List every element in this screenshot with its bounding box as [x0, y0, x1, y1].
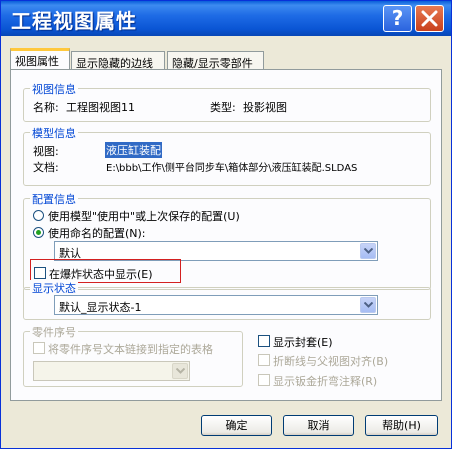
close-icon	[421, 10, 438, 27]
name-label: 名称:	[33, 101, 59, 114]
config-title: 配置信息	[30, 191, 78, 207]
dialog-window: 工程视图属性 ? 视图属性 显示隐藏的边线 隐藏/显示零部件 视图信息 名称: …	[0, 0, 452, 449]
show-envelope-label[interactable]: 显示封套(E)	[273, 334, 333, 350]
link-balloon-label: 将零件序号文本链接到指定的表格	[48, 343, 213, 356]
balloon-group: 零件序号 将零件序号文本链接到指定的表格	[23, 324, 243, 387]
tab-panel: 视图信息 名称: 工程图视图11 类型: 投影视图 模型信息 视图: 液压缸装配…	[10, 69, 442, 401]
type-value: 投影视图	[243, 101, 287, 114]
type-label: 类型:	[210, 101, 236, 114]
question-icon: ?	[391, 6, 404, 30]
use-named-config-label[interactable]: 使用命名的配置(N):	[48, 225, 146, 241]
display-state-select[interactable]: 默认_显示状态-1	[54, 295, 378, 315]
use-named-config-radio[interactable]	[33, 227, 44, 238]
display-state-value: 默认_显示状态-1	[59, 301, 142, 314]
use-model-config-label[interactable]: 使用模型"使用中"或上次保存的配置(U)	[48, 208, 240, 224]
title-bar[interactable]: 工程视图属性 ?	[1, 1, 451, 36]
document-label: 文档:	[33, 161, 59, 174]
link-balloon-checkbox[interactable]	[33, 342, 45, 354]
balloon-title: 零件序号	[30, 324, 78, 340]
tab-hidden-edges[interactable]: 显示隐藏的边线	[71, 51, 165, 70]
model-view-label: 视图:	[33, 145, 59, 158]
window-title: 工程视图属性	[11, 9, 137, 33]
model-view-value[interactable]: 液压缸装配	[105, 142, 162, 158]
background-strip	[452, 0, 461, 455]
sheet-metal-notes-label: 显示钣金折弯注释(R)	[273, 375, 378, 388]
help-title-button[interactable]: ?	[383, 5, 412, 32]
model-info-title: 模型信息	[30, 125, 78, 141]
display-state-group: 显示状态 默认_显示状态-1	[23, 280, 431, 320]
close-button[interactable]	[415, 5, 444, 32]
tab-hide-show-components[interactable]: 隐藏/显示零部件	[167, 51, 264, 70]
balloon-table-select[interactable]	[33, 361, 190, 381]
show-envelope-checkbox[interactable]	[258, 335, 270, 347]
chevron-down-icon[interactable]	[172, 363, 188, 379]
sheet-metal-notes-checkbox[interactable]	[258, 374, 270, 386]
align-break-label: 折断线与父视图对齐(B)	[273, 355, 389, 368]
ok-button[interactable]: 确定	[201, 415, 272, 436]
name-value: 工程图视图11	[66, 101, 135, 114]
view-info-group: 视图信息 名称: 工程图视图11 类型: 投影视图	[23, 81, 431, 122]
named-config-select[interactable]: 默认	[54, 241, 378, 261]
help-button[interactable]: 帮助(H)	[365, 415, 438, 436]
cancel-button[interactable]: 取消	[283, 415, 354, 436]
align-break-checkbox[interactable]	[258, 354, 270, 366]
use-model-config-radio[interactable]	[33, 210, 44, 221]
display-state-title: 显示状态	[30, 280, 78, 296]
view-info-title: 视图信息	[30, 81, 78, 97]
chevron-down-icon[interactable]	[360, 297, 376, 313]
chevron-down-icon[interactable]	[360, 243, 376, 259]
model-info-group: 模型信息 视图: 液压缸装配 文档: E:\bbb\工作\侧平台同步车\箱体部分…	[23, 125, 431, 186]
tab-view-properties[interactable]: 视图属性	[10, 48, 70, 69]
document-path: E:\bbb\工作\侧平台同步车\箱体部分\液压缸装配.SLDAS	[106, 163, 358, 174]
